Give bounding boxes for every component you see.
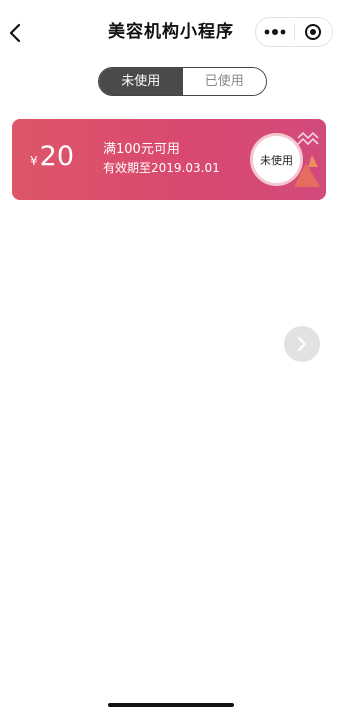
coupon-card[interactable]: ¥ 20 满100元可用 有效期至2019.03.01 未使用 — [12, 119, 326, 200]
coupon-amount: ¥ 20 — [30, 141, 74, 173]
more-button[interactable] — [256, 18, 294, 46]
coupon-value: 20 — [39, 141, 74, 172]
close-miniprogram-button[interactable] — [294, 18, 332, 46]
status-tabs: 未使用 已使用 — [98, 67, 267, 96]
home-indicator — [108, 703, 234, 707]
coupon-expiry: 有效期至2019.03.01 — [103, 161, 220, 175]
menu-capsule — [255, 17, 333, 47]
more-dots-icon — [264, 29, 286, 35]
tab-unused[interactable]: 未使用 — [99, 68, 183, 95]
navigation-bar: 美容机构小程序 — [0, 0, 342, 62]
currency-symbol: ¥ — [30, 154, 38, 168]
coupon-condition: 满100元可用 — [103, 142, 180, 157]
chevron-right-icon — [298, 337, 306, 351]
next-button[interactable] — [284, 326, 320, 362]
coupon-screen: 美容机构小程序 未使用 已使用 ¥ 20 满100元可用 有效期至2019.03… — [0, 0, 342, 716]
target-circle-icon — [305, 24, 322, 40]
tab-used[interactable]: 已使用 — [182, 68, 266, 95]
coupon-status-badge: 未使用 — [250, 133, 303, 186]
